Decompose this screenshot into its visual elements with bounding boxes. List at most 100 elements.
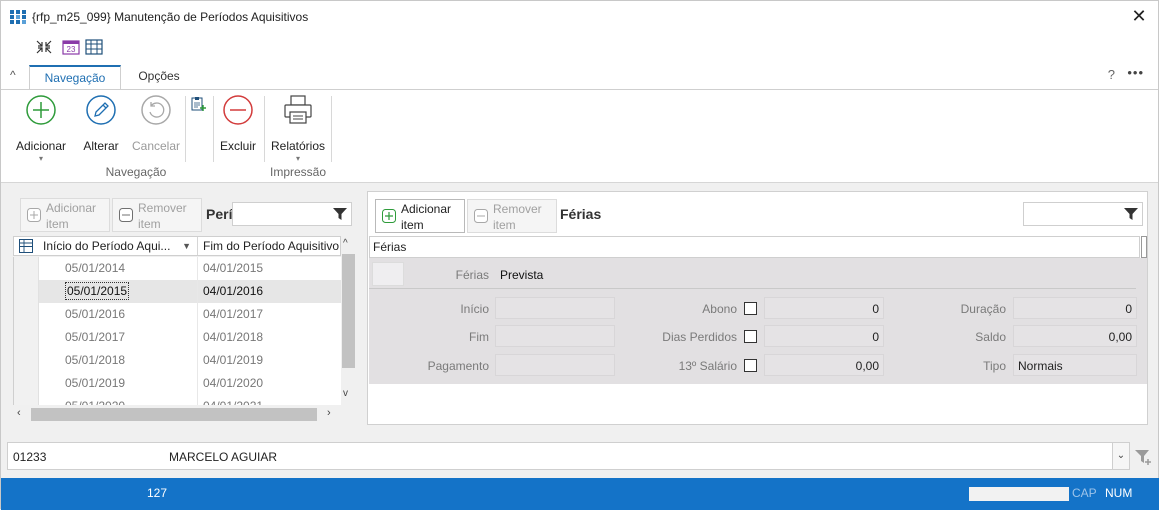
filter-funnel-icon[interactable]	[1124, 207, 1138, 221]
more-options-icon[interactable]: •••	[1127, 65, 1144, 80]
filter-funnel-icon[interactable]	[333, 207, 347, 221]
dias-perdidos-field[interactable]: 0	[764, 325, 884, 347]
cell-fim[interactable]: 04/01/2021	[199, 395, 341, 405]
row-indicator[interactable]	[14, 280, 39, 303]
table-row[interactable]: 05/01/2015 04/01/2016	[14, 280, 341, 303]
table-row[interactable]: 05/01/2019 04/01/2020	[14, 372, 341, 395]
table-row[interactable]: 05/01/2020 04/01/2021	[14, 395, 341, 405]
pagamento-field[interactable]	[495, 354, 615, 376]
scroll-left-icon[interactable]: ‹	[17, 407, 21, 419]
printer-icon	[284, 95, 312, 124]
row-indicator[interactable]	[14, 349, 39, 372]
scroll-up-icon[interactable]: ^	[343, 238, 348, 249]
cell-inicio[interactable]: 05/01/2018	[40, 349, 198, 372]
row-indicator[interactable]	[14, 257, 39, 280]
scroll-thumb[interactable]	[342, 254, 355, 368]
delete-circle-icon	[223, 95, 253, 125]
left-remove-item-button[interactable]: Remover item	[112, 198, 202, 232]
inicio-field[interactable]	[495, 297, 615, 319]
employee-name: MARCELO AGUIAR	[169, 450, 278, 464]
salario13-field[interactable]: 0,00	[764, 354, 884, 376]
employee-selector[interactable]: 01233 MARCELO AGUIAR ⌄	[7, 442, 1130, 470]
cell-inicio[interactable]: 05/01/2016	[40, 303, 198, 326]
ribbon-collapse-icon[interactable]: ^	[10, 68, 16, 82]
left-filter-input[interactable]	[232, 202, 352, 226]
relatorios-dropdown-icon[interactable]: ▾	[268, 154, 328, 163]
row-indicator[interactable]	[14, 372, 39, 395]
periods-grid: 05/01/2014 04/01/2015 05/01/2015 04/01/2016…	[13, 257, 341, 405]
right-add-item-button[interactable]: Adicionar item	[375, 199, 465, 233]
scroll-down-icon[interactable]: v	[343, 388, 348, 399]
status-progress-bar	[969, 487, 1069, 501]
abono-field[interactable]: 0	[764, 297, 884, 319]
tab-navegacao[interactable]: Navegação	[29, 65, 121, 89]
duracao-field[interactable]: 0	[1013, 297, 1137, 319]
sort-desc-icon: ▼	[182, 241, 191, 251]
table-grid-icon[interactable]	[85, 39, 103, 55]
column-chooser-icon[interactable]	[19, 239, 33, 253]
close-button[interactable]: ✕	[1130, 7, 1148, 25]
row-indicator[interactable]	[14, 326, 39, 349]
cell-inicio[interactable]: 05/01/2017	[40, 326, 198, 349]
row-indicator[interactable]	[14, 303, 39, 326]
adicionar-button[interactable]: Adicionar ▾	[11, 94, 71, 163]
cell-fim[interactable]: 04/01/2018	[199, 326, 341, 349]
ribbon-body: Adicionar ▾ Alterar Cancelar Excluir Rel…	[1, 89, 1158, 183]
calendar-icon[interactable]: 23	[62, 39, 80, 55]
duracao-value: 0	[1125, 302, 1132, 316]
right-filter-input[interactable]	[1023, 202, 1143, 226]
table-row[interactable]: 05/01/2017 04/01/2018	[14, 326, 341, 349]
ferias-scrollbar[interactable]	[1141, 236, 1147, 258]
fim-label: Fim	[469, 330, 489, 344]
tipo-field[interactable]: Normais	[1013, 354, 1137, 376]
group-label-impressao: Impressão	[269, 165, 327, 179]
collapse-arrows-icon[interactable]	[35, 39, 53, 55]
periods-vertical-scrollbar[interactable]: ^ v	[341, 236, 356, 406]
saldo-field[interactable]: 0,00	[1013, 325, 1137, 347]
abono-checkbox[interactable]	[744, 302, 757, 315]
excluir-button[interactable]: Excluir	[208, 94, 268, 153]
relatorios-button[interactable]: Relatórios ▾	[268, 94, 328, 163]
cell-inicio[interactable]: 05/01/2014	[40, 257, 198, 280]
right-remove-item-button[interactable]: Remover item	[467, 199, 557, 233]
saldo-value: 0,00	[1108, 330, 1132, 344]
cell-inicio[interactable]: 05/01/2019	[40, 372, 198, 395]
adicionar-dropdown-icon[interactable]: ▾	[11, 154, 71, 163]
table-row[interactable]: 05/01/2016 04/01/2017	[14, 303, 341, 326]
paste-add-icon[interactable]	[191, 96, 207, 112]
periods-horizontal-scrollbar[interactable]: ‹ ›	[13, 406, 341, 422]
table-row[interactable]: 05/01/2014 04/01/2015	[14, 257, 341, 280]
ribbon-separator	[331, 96, 332, 162]
left-add-item-label: Adicionar item	[46, 201, 97, 231]
add-square-icon	[27, 208, 41, 222]
cell-inicio[interactable]: 05/01/2015	[40, 280, 198, 303]
inicio-label: Início	[460, 302, 489, 316]
cell-fim[interactable]: 04/01/2015	[199, 257, 341, 280]
left-panel-title: Perí	[206, 206, 233, 222]
cell-fim[interactable]: 04/01/2019	[199, 349, 341, 372]
cell-fim[interactable]: 04/01/2017	[199, 303, 341, 326]
table-row[interactable]: 05/01/2018 04/01/2019	[14, 349, 341, 372]
column-header-fim[interactable]: Fim do Período Aquisitivo	[199, 237, 340, 255]
scroll-right-icon[interactable]: ›	[327, 407, 331, 419]
adicionar-label: Adicionar	[15, 139, 67, 153]
cancelar-button[interactable]: Cancelar	[126, 94, 186, 153]
left-add-item-button[interactable]: Adicionar item	[20, 198, 110, 232]
cell-inicio-value: 05/01/2015	[65, 282, 130, 300]
help-icon[interactable]: ?	[1108, 67, 1115, 82]
cell-inicio-value: 05/01/2014	[65, 261, 126, 275]
cell-fim[interactable]: 04/01/2016	[199, 280, 341, 303]
salario13-checkbox[interactable]	[744, 359, 757, 372]
employee-dropdown-icon[interactable]: ⌄	[1112, 443, 1129, 469]
filter-add-icon[interactable]	[1134, 448, 1152, 466]
alterar-button[interactable]: Alterar	[71, 94, 131, 153]
dias-perdidos-checkbox[interactable]	[744, 330, 757, 343]
num-lock-indicator: NUM	[1105, 486, 1133, 500]
column-header-inicio[interactable]: Início do Período Aqui... ▼	[39, 237, 198, 255]
cell-fim[interactable]: 04/01/2020	[199, 372, 341, 395]
tab-opcoes[interactable]: Opções	[125, 65, 193, 89]
h-scroll-thumb[interactable]	[31, 408, 317, 421]
row-indicator[interactable]	[14, 395, 39, 405]
fim-field[interactable]	[495, 325, 615, 347]
cell-inicio[interactable]: 05/01/2020	[40, 395, 198, 405]
